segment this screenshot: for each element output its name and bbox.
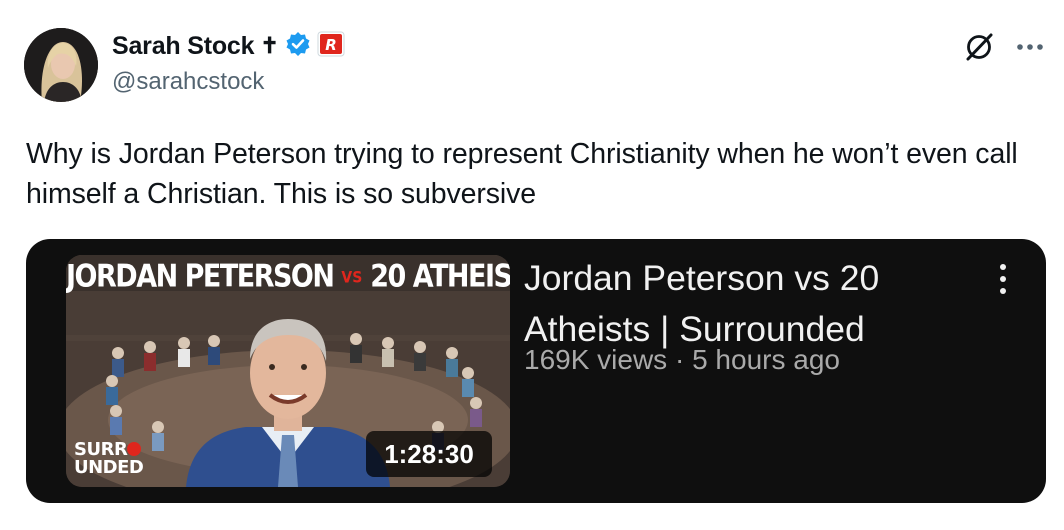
handle[interactable]: @sarahcstock — [112, 68, 264, 96]
video-duration: 1:28:30 — [366, 431, 492, 477]
surrounded-logo: SURR UNDED — [74, 441, 174, 477]
name-row: Sarah Stock ✝ R — [112, 30, 345, 62]
logo-dot-icon — [127, 442, 142, 456]
grok-icon[interactable] — [962, 30, 996, 64]
cross-glyph: ✝ — [260, 33, 279, 58]
avatar-image — [24, 28, 98, 102]
verified-badge-icon[interactable] — [285, 31, 311, 62]
video-meta: 169K views · 5 hours ago — [524, 344, 840, 375]
more-vertical-icon[interactable] — [988, 259, 1018, 299]
video-title[interactable]: Jordan Peterson vs 20 Atheists | Surroun… — [524, 253, 964, 355]
more-horizontal-icon[interactable] — [1010, 32, 1050, 62]
tweet: Sarah Stock ✝ R @sarahcstock Why is Jord… — [0, 0, 1064, 530]
avatar[interactable] — [24, 28, 98, 102]
thumbnail-title-left: JORDAN PETERSON — [66, 259, 335, 295]
affiliate-badge-icon[interactable]: R — [317, 31, 345, 62]
surrounded-logo-line2: UNDED — [74, 457, 144, 478]
video-thumbnail[interactable]: JORDAN PETERSON VS 20 ATHEISTS SURRUNDED… — [66, 255, 510, 487]
display-name[interactable]: Sarah Stock — [112, 32, 255, 61]
affiliate-badge-text: R — [325, 36, 337, 54]
thumbnail-title-vs: VS — [341, 268, 363, 288]
video-card[interactable]: JORDAN PETERSON VS 20 ATHEISTS SURRUNDED… — [26, 239, 1046, 503]
tweet-text: Why is Jordan Peterson trying to represe… — [26, 138, 1018, 210]
thumbnail-title-right: 20 ATHEISTS — [370, 259, 510, 295]
thumbnail-title: JORDAN PETERSON VS 20 ATHEISTS — [66, 259, 510, 295]
